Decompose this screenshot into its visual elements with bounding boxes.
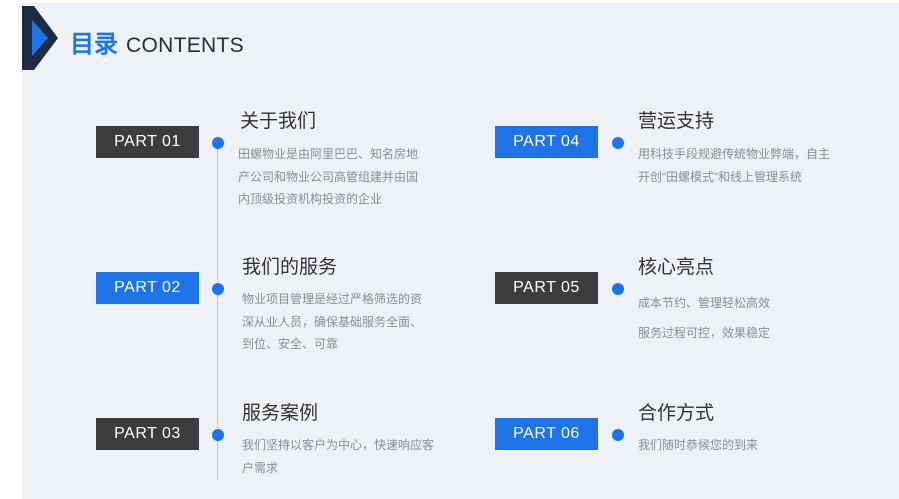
section-desc-highlights: 成本节约、管理轻松高效 服务过程可控，效果稳定: [638, 296, 771, 340]
section-desc-about: 田螺物业是由阿里巴巴、知名房地 产公司和物业公司高管组建并由国 内顶级投资机构投资的…: [238, 147, 419, 206]
section-heading-highlights: 核心亮点: [638, 257, 715, 278]
part-04-badge[interactable]: PART 04: [495, 126, 598, 158]
section-heading-operations: 营运支持: [638, 111, 715, 132]
section-heading-services: 我们的服务: [242, 257, 338, 278]
timeline-dot: [212, 137, 224, 149]
section-desc-cooperation: 我们随时恭候您的到来: [638, 438, 759, 452]
timeline-dot: [212, 429, 224, 441]
section-heading-cases: 服务案例: [242, 403, 319, 424]
part-05-badge[interactable]: PART 05: [495, 272, 598, 304]
section-desc-services: 物业项目管理是经过严格筛选的资 深从业人员，确保基础服务全面、 到位、安全、可靠: [242, 292, 423, 351]
page-title: 目录 CONTENTS: [70, 24, 244, 59]
title-cn: 目录: [70, 31, 118, 58]
section-heading-about: 关于我们: [240, 111, 317, 132]
timeline-dot: [212, 283, 224, 295]
timeline-dot: [612, 429, 624, 441]
timeline-dot: [612, 137, 624, 149]
part-01-badge[interactable]: PART 01: [96, 126, 199, 158]
part-06-badge[interactable]: PART 06: [495, 418, 598, 450]
title-en: CONTENTS: [126, 34, 244, 57]
part-02-badge[interactable]: PART 02: [96, 272, 199, 304]
section-desc-cases: 我们坚持以客户为中心，快速响应客 户需求: [242, 438, 435, 475]
timeline-dot: [612, 283, 624, 295]
logo-icon: [22, 6, 58, 70]
part-03-badge[interactable]: PART 03: [96, 418, 199, 450]
section-heading-cooperation: 合作方式: [638, 403, 715, 424]
section-desc-operations: 用科技手段规避传统物业弊端，自主 开创“田螺模式”和线上管理系统: [638, 147, 831, 184]
